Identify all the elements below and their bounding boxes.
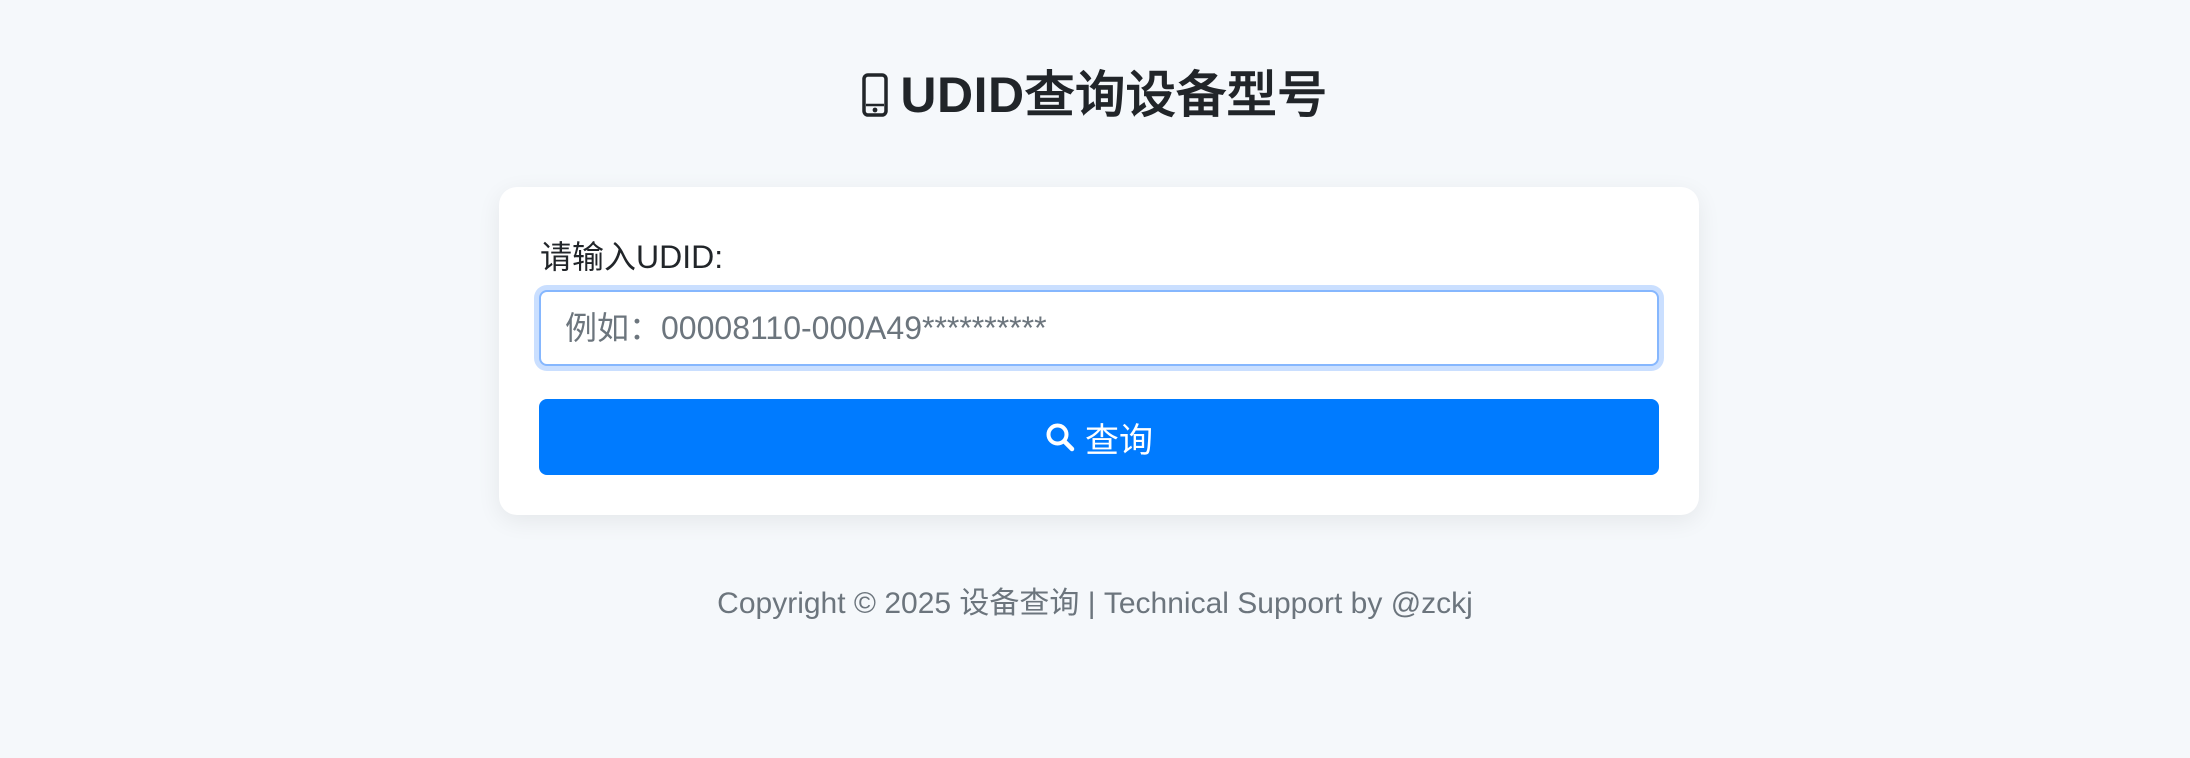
udid-label: 请输入UDID: [540,239,724,275]
udid-input[interactable] [539,290,1659,366]
page-header: UDID查询设备型号 [0,58,2190,132]
page-title: UDID查询设备型号 [900,67,1328,123]
footer-copyright: Copyright © 2025 设备查询 | Technical Suppor… [717,587,1473,620]
query-button-label: 查询 [1085,421,1153,460]
query-button[interactable]: 查询 [539,399,1659,475]
search-icon [1045,422,1075,452]
query-card: 请输入UDID: 查询 [499,187,1699,515]
mobile-phone-icon [862,73,889,117]
